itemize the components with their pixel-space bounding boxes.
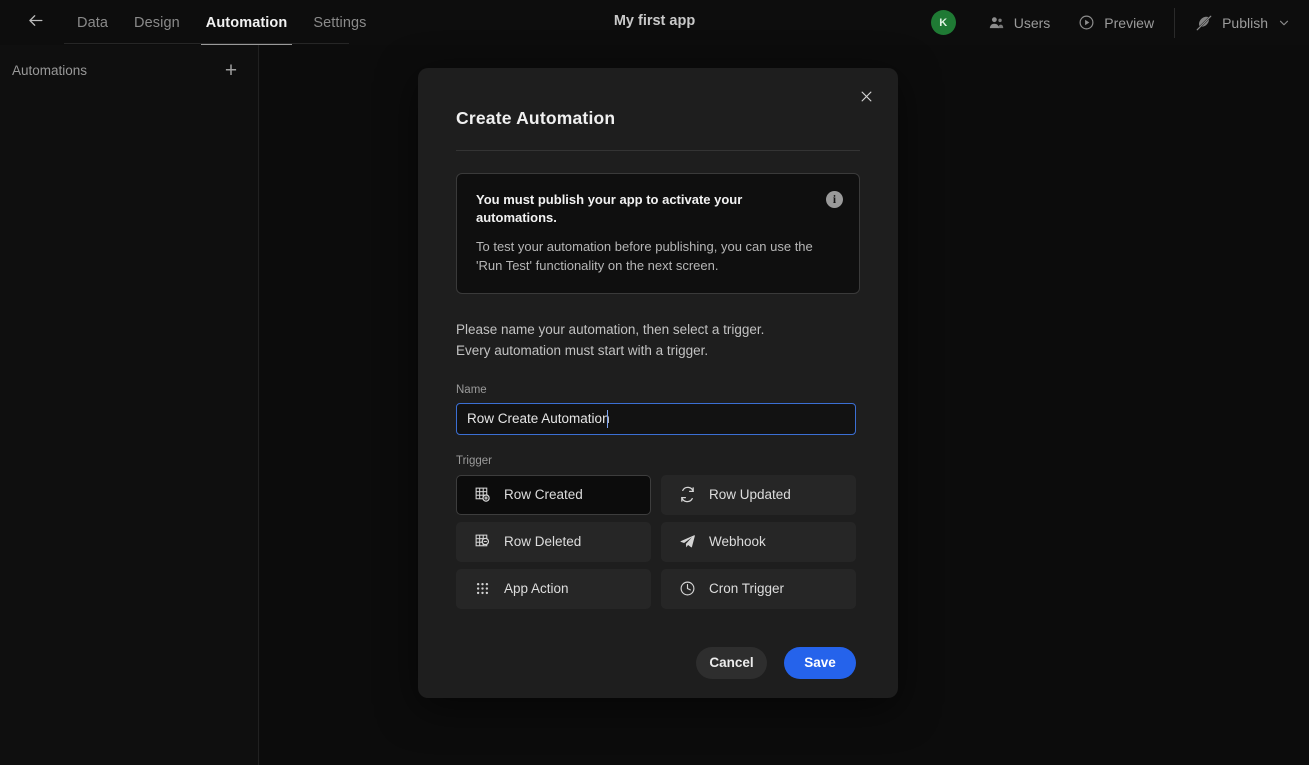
grid-minus-icon [473, 533, 491, 551]
modal-actions: Cancel Save [456, 647, 856, 679]
trigger-options-grid: Row Created Row Updated [456, 475, 856, 609]
trigger-label-webhook: Webhook [709, 534, 766, 549]
trigger-option-webhook[interactable]: Webhook [661, 522, 856, 562]
paper-plane-icon [678, 533, 696, 551]
topbar-divider [64, 43, 349, 44]
intro-line-2: Every automation must start with a trigg… [456, 341, 860, 362]
trigger-option-row-created[interactable]: Row Created [456, 475, 651, 515]
modal-divider [456, 150, 860, 151]
topbar-actions: K Users [931, 0, 1297, 45]
create-automation-modal: Create Automation i You must publish you… [418, 68, 898, 698]
trigger-option-row-updated[interactable]: Row Updated [661, 475, 856, 515]
top-bar: Data Design Automation Settings My first… [0, 0, 1309, 45]
users-button[interactable]: Users [974, 0, 1065, 45]
name-input-wrapper [456, 403, 860, 435]
plus-icon[interactable]: + [220, 59, 242, 81]
info-icon: i [826, 191, 843, 208]
users-icon [988, 14, 1005, 31]
play-circle-icon [1078, 14, 1095, 31]
publish-button[interactable]: Publish [1181, 0, 1297, 45]
topbar-separator [1174, 8, 1175, 38]
modal-intro: Please name your automation, then select… [456, 320, 860, 362]
text-caret [607, 410, 608, 428]
trigger-option-cron-trigger[interactable]: Cron Trigger [661, 569, 856, 609]
callout-title: You must publish your app to activate yo… [476, 191, 766, 226]
save-button[interactable]: Save [784, 647, 856, 679]
dots-grid-icon [473, 580, 491, 598]
callout-body: To test your automation before publishin… [476, 238, 826, 275]
name-input[interactable] [456, 403, 856, 435]
trigger-label-row-created: Row Created [504, 487, 583, 502]
trigger-label-cron-trigger: Cron Trigger [709, 581, 784, 596]
preview-label: Preview [1104, 15, 1154, 31]
app-root: Data Design Automation Settings My first… [0, 0, 1309, 765]
publish-notice-callout: i You must publish your app to activate … [456, 173, 860, 294]
grid-plus-icon [473, 486, 491, 504]
clock-icon [678, 580, 696, 598]
trigger-label-app-action: App Action [504, 581, 569, 596]
preview-button[interactable]: Preview [1064, 0, 1168, 45]
users-label: Users [1014, 15, 1051, 31]
sidebar-title: Automations [12, 63, 87, 78]
avatar-initial: K [939, 17, 947, 29]
modal-title: Create Automation [456, 68, 860, 129]
close-icon[interactable] [852, 82, 880, 110]
trigger-label-row-updated: Row Updated [709, 487, 791, 502]
trigger-option-app-action[interactable]: App Action [456, 569, 651, 609]
intro-line-1: Please name your automation, then select… [456, 320, 860, 341]
publish-label: Publish [1222, 15, 1268, 31]
avatar[interactable]: K [931, 10, 956, 35]
cancel-button[interactable]: Cancel [696, 647, 767, 679]
sidebar: Automations + [0, 45, 259, 765]
trigger-label-row-deleted: Row Deleted [504, 534, 581, 549]
sidebar-header: Automations + [0, 45, 258, 95]
trigger-field-label: Trigger [456, 455, 860, 467]
trigger-option-row-deleted[interactable]: Row Deleted [456, 522, 651, 562]
name-field-label: Name [456, 384, 860, 396]
refresh-icon [678, 486, 696, 504]
chevron-down-icon[interactable] [1277, 16, 1291, 30]
publish-slashed-icon [1195, 14, 1213, 32]
